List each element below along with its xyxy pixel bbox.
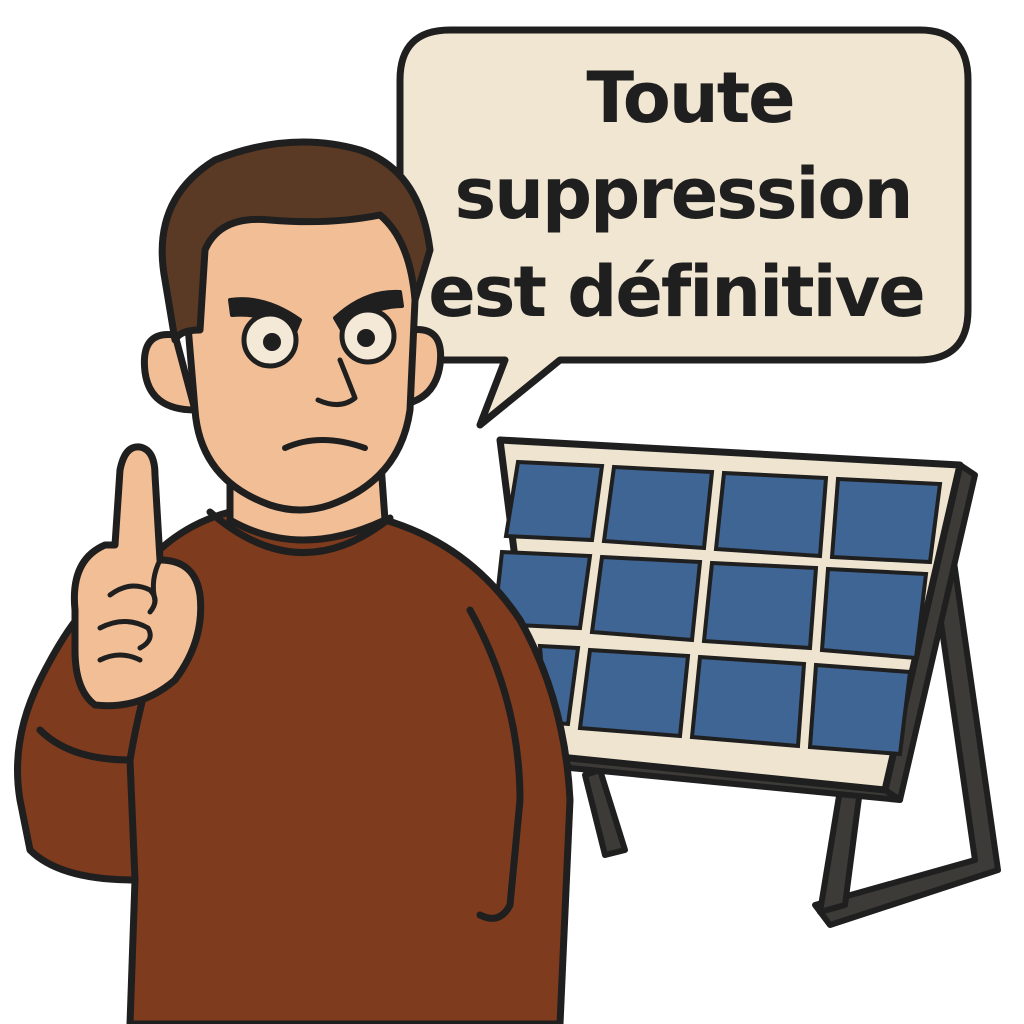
- speech-line-3: est définitive: [428, 251, 923, 333]
- speech-line-2: suppression: [455, 153, 912, 235]
- cartoon-illustration: Toute suppression est définitive: [14, 26, 1001, 1024]
- speech-bubble: Toute suppression est définitive: [396, 26, 972, 429]
- speech-line-1: Toute: [586, 57, 793, 139]
- pointing-hand: [70, 443, 205, 710]
